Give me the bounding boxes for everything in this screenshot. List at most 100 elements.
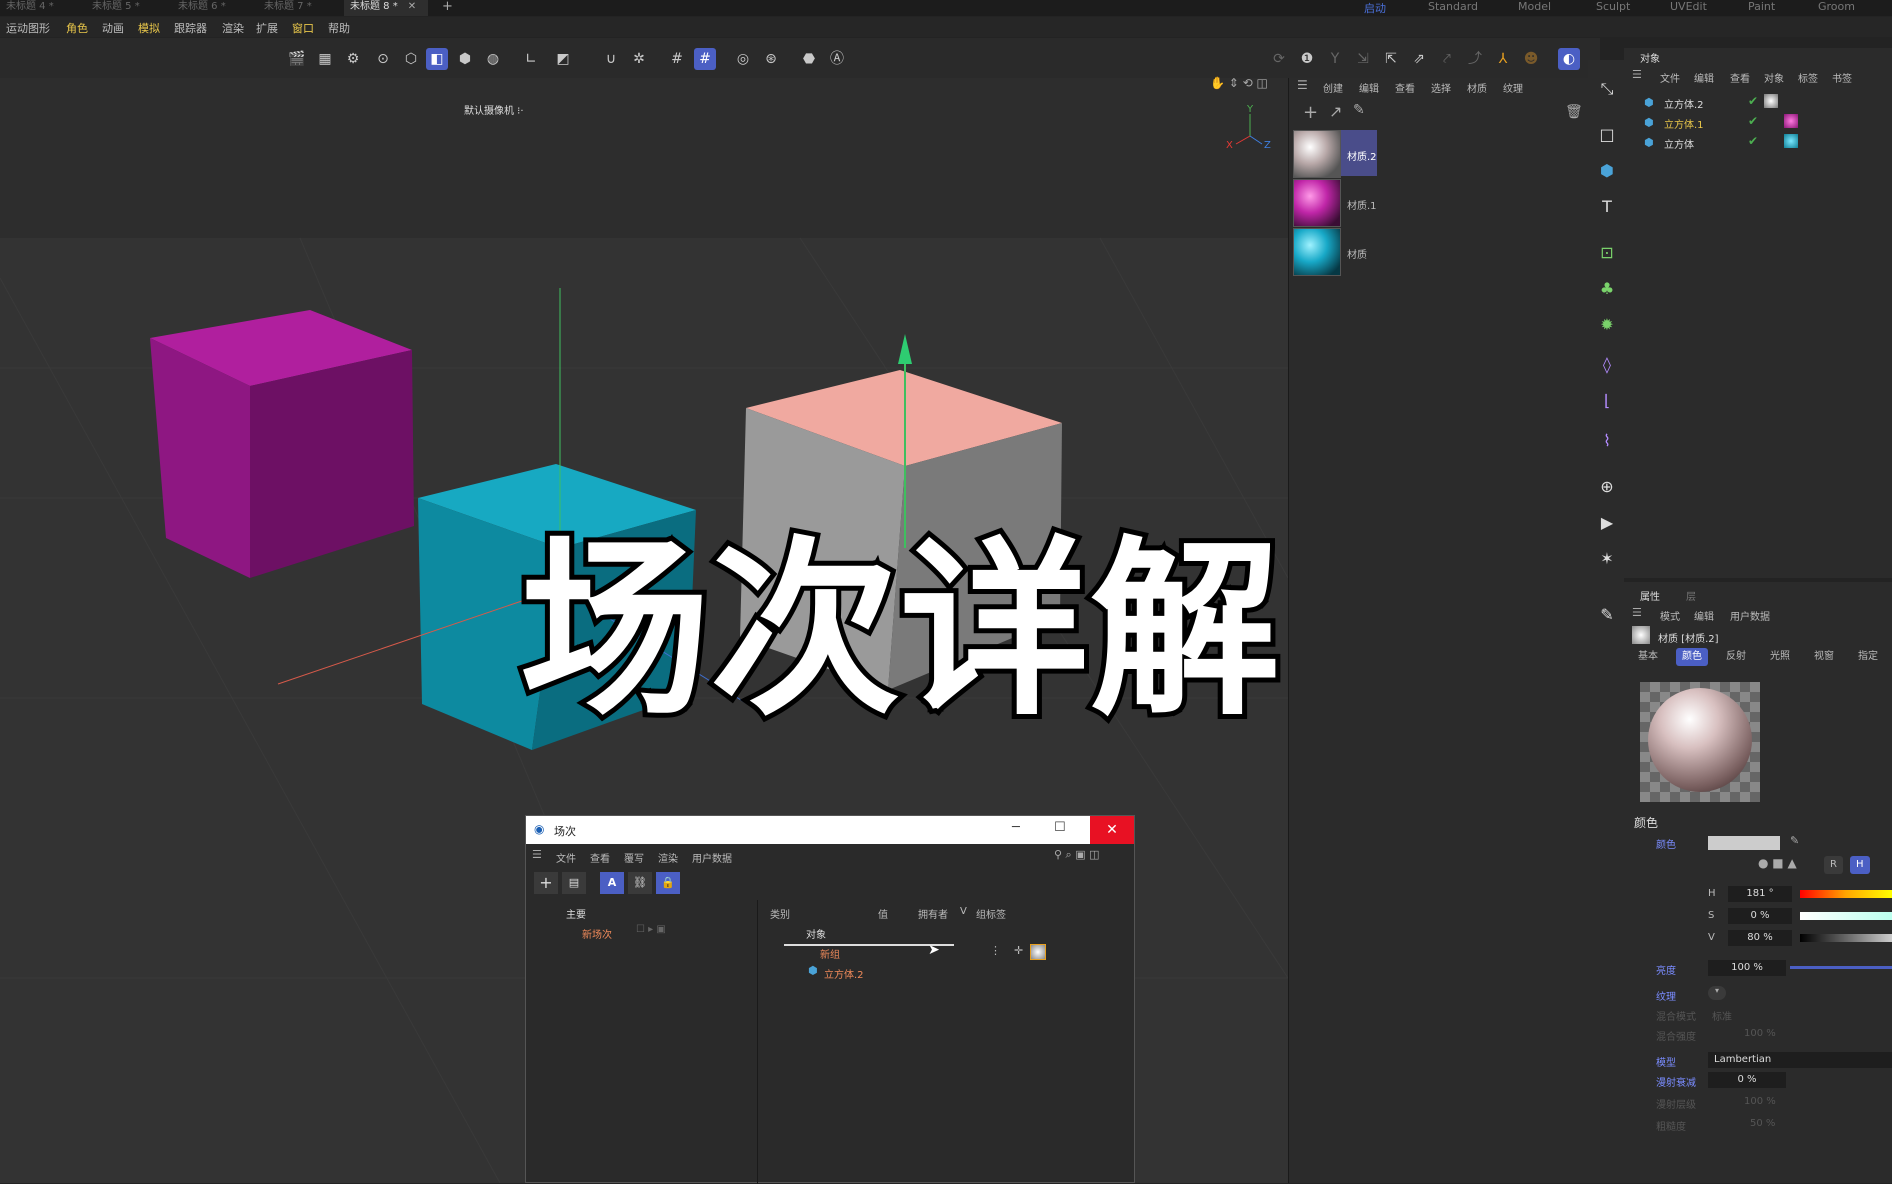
square-icon[interactable]: □ <box>1596 124 1618 146</box>
close-window-button[interactable]: ✕ <box>1090 816 1134 844</box>
override-row-group[interactable]: 新组 <box>820 946 840 961</box>
obj-menu-view[interactable]: 查看 <box>1730 70 1750 85</box>
trash-icon[interactable]: 🗑 <box>1565 104 1583 120</box>
object-cube-2[interactable]: 立方体.2 <box>1664 96 1704 111</box>
hue-slider[interactable] <box>1800 890 1892 898</box>
mat-menu-create[interactable]: 创建 <box>1323 80 1343 95</box>
object-mode-icon[interactable]: ◍ <box>482 48 504 70</box>
render-settings-icon[interactable]: ⚙ <box>342 48 364 70</box>
menu-render[interactable]: 渲染 <box>222 20 244 36</box>
eyedropper-icon[interactable]: ✎ <box>1353 102 1365 118</box>
checkmark-icon[interactable]: ✔ <box>1748 134 1758 148</box>
channel-tab-reflectance[interactable]: 反射 <box>1720 648 1752 666</box>
material-swatch-1[interactable] <box>1293 179 1341 227</box>
polygons-mode-icon[interactable]: ◧ <box>426 48 448 70</box>
effector-icon[interactable]: ✹ <box>1596 314 1618 336</box>
cloner-icon[interactable]: ♣ <box>1596 278 1618 300</box>
obj-menu-tags[interactable]: 标签 <box>1798 70 1818 85</box>
add-override-icon[interactable]: ✛ <box>1014 944 1023 957</box>
auto-take-icon[interactable]: A <box>600 872 624 894</box>
obj-menu-object[interactable]: 对象 <box>1764 70 1784 85</box>
transfer-icon[interactable]: ⇱ <box>1380 48 1402 70</box>
move-tool-icon[interactable]: Y <box>1324 48 1346 70</box>
channel-tab-basic[interactable]: 基本 <box>1632 648 1664 666</box>
attr-menu-icon[interactable]: ☰ <box>1632 606 1642 619</box>
add-tab-icon[interactable]: + <box>436 0 459 16</box>
layout-paint[interactable]: Paint <box>1748 0 1775 13</box>
workplane-icon[interactable]: # <box>694 48 716 70</box>
color-model-icons[interactable]: ● ■ ▲ <box>1758 856 1797 870</box>
diffuse-falloff-field[interactable]: 0 % <box>1708 1072 1786 1088</box>
maximize-icon[interactable]: ☐ <box>1054 820 1066 835</box>
attr-tab[interactable]: 属性 <box>1640 588 1660 603</box>
render-view-icon[interactable]: 🎬 <box>286 48 308 70</box>
extrude-icon[interactable]: ⇗ <box>1408 48 1430 70</box>
lock-icon[interactable]: ⬣ <box>798 48 820 70</box>
menu-animation[interactable]: 动画 <box>102 20 124 36</box>
link-icon[interactable]: ⛓ <box>628 872 652 894</box>
material-swatch-2[interactable] <box>1293 130 1341 178</box>
take-main[interactable]: 主要 <box>566 906 586 921</box>
spline-icon[interactable]: ⌇ <box>1596 430 1618 452</box>
lock-icon[interactable]: 🔒 <box>656 872 680 894</box>
add-icon[interactable]: + <box>1303 102 1318 123</box>
hsv-toggle[interactable]: H <box>1850 856 1870 874</box>
take-row-icons[interactable]: ☐ ▸ ▣ <box>636 924 666 935</box>
tab-doc-6[interactable]: 未标题 6 * <box>172 0 232 16</box>
generator-icon[interactable]: ⊡ <box>1596 242 1618 264</box>
cube-icon[interactable]: ⬢ <box>1596 160 1618 182</box>
take-filter-icons[interactable]: ⚲ ⌕ ▣ ◫ <box>1054 848 1100 862</box>
obj-menu-edit[interactable]: 编辑 <box>1694 70 1714 85</box>
layout-model[interactable]: Model <box>1518 0 1551 13</box>
symmetry-icon[interactable]: ⊛ <box>760 48 782 70</box>
layout-standard[interactable]: Standard <box>1428 0 1478 13</box>
material-tag-icon[interactable] <box>1784 134 1798 148</box>
color-swatch[interactable] <box>1708 836 1780 850</box>
take-menu-render[interactable]: 渲染 <box>658 850 678 865</box>
material-label-1[interactable]: 材质.1 <box>1347 197 1377 212</box>
arrow-icon[interactable]: ↗ <box>1329 102 1342 121</box>
field-icon[interactable]: ⌊ <box>1596 390 1618 412</box>
take-menu-override[interactable]: 覆写 <box>624 850 644 865</box>
channel-tab-color[interactable]: 颜色 <box>1676 648 1708 666</box>
brightness-slider[interactable] <box>1790 966 1892 969</box>
object-cube[interactable]: 立方体 <box>1664 136 1694 151</box>
light-icon[interactable]: ✶ <box>1596 548 1618 570</box>
saturation-slider[interactable] <box>1800 912 1892 920</box>
layout-switch-icon[interactable]: ◐ <box>1558 48 1580 70</box>
s-field[interactable]: 0 % <box>1728 908 1792 924</box>
channel-tab-viewport[interactable]: 视窗 <box>1808 648 1840 666</box>
group-material-tag-icon[interactable] <box>1030 944 1046 960</box>
character-icon[interactable]: ⅄ <box>1492 48 1514 70</box>
camera-icon[interactable]: ▶ <box>1596 512 1618 534</box>
take-menu-file[interactable]: 文件 <box>556 850 576 865</box>
tweak-mode-icon[interactable]: ◩ <box>552 48 574 70</box>
attr-menu-edit[interactable]: 编辑 <box>1694 608 1714 623</box>
edit-icon[interactable]: ✎ <box>1596 604 1618 626</box>
layout-startup[interactable]: 启动 <box>1364 0 1386 16</box>
menu-window[interactable]: 窗口 <box>292 20 314 36</box>
take-menu-view[interactable]: 查看 <box>590 850 610 865</box>
checkmark-icon[interactable]: ✔ <box>1748 114 1758 128</box>
menu-extensions[interactable]: 扩展 <box>256 20 278 36</box>
override-row-object[interactable]: 对象 <box>806 926 826 941</box>
snap-settings-icon[interactable]: ✲ <box>628 48 650 70</box>
object-menu-icon[interactable]: ☰ <box>1632 68 1642 81</box>
mat-menu-texture[interactable]: 纹理 <box>1503 80 1523 95</box>
pose-icon[interactable]: ☻ <box>1520 48 1542 70</box>
joint-tool-icon[interactable]: ⤤ <box>1436 48 1458 70</box>
object-cube-1[interactable]: 立方体.1 <box>1664 116 1704 131</box>
attr-menu-mode[interactable]: 模式 <box>1660 608 1680 623</box>
ik-tool-icon[interactable]: ⤴ <box>1464 48 1486 70</box>
add-take-icon[interactable]: + <box>534 872 558 894</box>
live-selection-icon[interactable]: ❶ <box>1296 48 1318 70</box>
mat-menu-material[interactable]: 材质 <box>1467 80 1487 95</box>
menu-help[interactable]: 帮助 <box>328 20 350 36</box>
take-new[interactable]: 新场次 <box>582 926 612 941</box>
tab-doc-4[interactable]: 未标题 4 * <box>0 0 60 16</box>
soft-selection-icon[interactable]: ◎ <box>732 48 754 70</box>
obj-menu-bookmarks[interactable]: 书签 <box>1832 70 1852 85</box>
layout-sculpt[interactable]: Sculpt <box>1596 0 1630 13</box>
attr-menu-userdata[interactable]: 用户数据 <box>1730 608 1770 623</box>
points-mode-icon[interactable]: ⊙ <box>372 48 394 70</box>
